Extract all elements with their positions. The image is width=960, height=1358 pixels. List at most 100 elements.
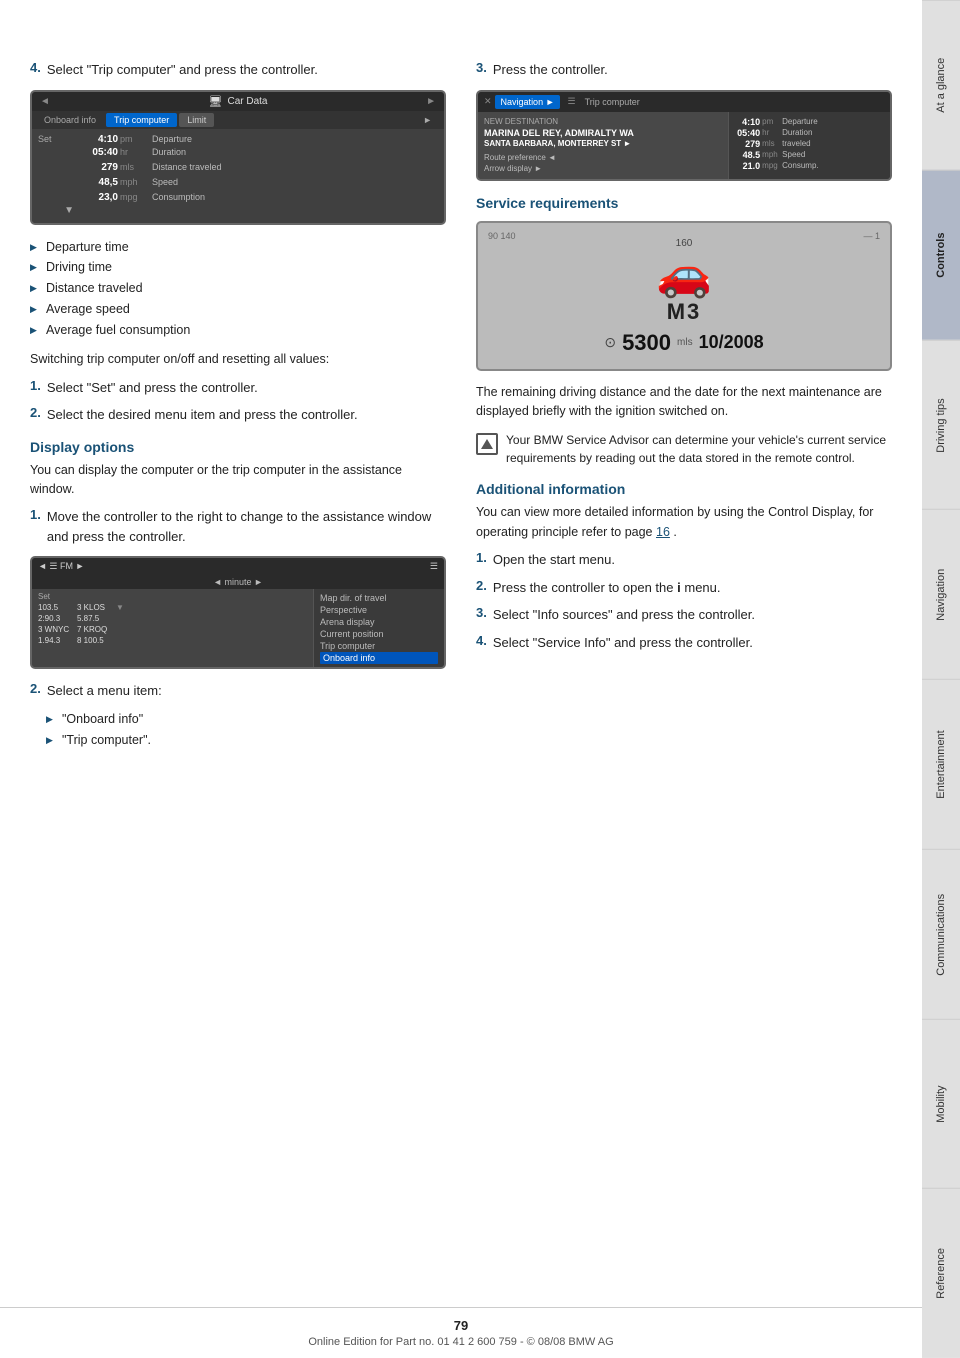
bullet-distance: Distance traveled [30,278,446,299]
cds-tab-onboard: Onboard info [36,113,104,127]
bullet-departure: Departure time [30,237,446,258]
sidebar-tab-entertainment[interactable]: Entertainment [922,679,960,849]
ai-step-1-number: 1. [476,550,487,570]
cds-set-label: Set [38,134,78,144]
ntr-d-2: Duration [782,128,812,138]
nav-screen: ✕ Navigation ► ☰ Trip computer New desti… [476,90,892,181]
cds-title: 🖥 Car Data [209,95,268,108]
cds-unit-4: mph [120,177,150,188]
menu-item-5: Trip computer [320,640,438,652]
ai-step-2-text: Press the controller to open the i menu. [493,578,721,598]
additional-info-text-2: . [673,525,676,539]
page-footer: 79 Online Edition for Part no. 01 41 2 6… [0,1307,922,1358]
assist-screen: ◄ ☰ FM ► ☰ ◄ minute ► Set 103.5 3 KLOS ▼… [30,556,446,669]
cds-left-arrow: ◄ [40,96,50,107]
bullet-onboard: "Onboard info" [46,709,446,730]
ntr-v-2: 05:40 [735,128,760,138]
cds-unit-1: pm [120,134,150,144]
assist-row1-v: ▼ [116,603,124,612]
step-2a-number: 2. [30,405,41,425]
sidebar-tab-driving-tips[interactable]: Driving tips [922,340,960,510]
bullet-trip: "Trip computer". [46,730,446,751]
ntr-u-4: mph [762,150,780,160]
cds-icon: 🖥 [209,95,223,108]
ntr-u-1: pm [762,117,780,127]
cds-tab-arrow: ► [415,113,440,127]
cds-desc-3: Distance traveled [152,162,438,173]
bullet-driving: Driving time [30,257,446,278]
step-2b-text: Select a menu item: [47,681,162,701]
ntr-v-3: 279 [735,139,760,149]
svc-model-badge: M3 [488,299,880,325]
nav-tab-trip: Trip computer [579,95,646,109]
nav-tab-navigation: Navigation ► [495,95,561,109]
ntr-d-4: Speed [782,150,812,160]
page-number: 79 [30,1318,892,1333]
ntr-d-1: Departure [782,117,812,127]
cds-val-5: 23,0 [80,192,118,203]
assist-row1-b: 3 KLOS [77,603,112,612]
display-options-heading: Display options [30,439,446,455]
sidebar-tab-controls[interactable]: Controls [922,170,960,340]
nav-dest-2: SANTA BARBARA, MONTERREY ST ► [484,139,722,148]
service-screen: 90 140 — 1 160 🚗 M3 ⊙ 5300 mls 10/2008 [476,221,892,371]
assist-subheader: ◄ minute ► [32,575,444,589]
sidebar-tab-mobility[interactable]: Mobility [922,1019,960,1189]
cds-val-2: 05:40 [80,147,118,158]
ntr-u-2: hr [762,128,780,138]
sidebar-tab-navigation[interactable]: Navigation [922,509,960,679]
step-1b-text: Move the controller to the right to chan… [47,507,446,546]
ntr-v-1: 4:10 [735,117,760,127]
step-2a-text: Select the desired menu item and press t… [47,405,358,425]
ai-step-4-text: Select "Service Info" and press the cont… [493,633,753,653]
assist-row4-a: 1.94.3 [38,636,73,645]
assist-set-label: Set [38,592,52,601]
ai-step-4-number: 4. [476,633,487,653]
cds-unit-3: mls [120,162,150,173]
cds-desc-5: Consumption [152,192,438,203]
cds-desc-1: Departure [152,134,438,144]
nav-dest-label: New destination [484,117,722,126]
assist-row4-b: 8 100.5 [77,636,112,645]
svc-gauge-left: 90 140 [488,231,516,241]
cds-val-3: 279 [80,162,118,173]
nav-dest-1: MARINA DEL REY, ADMIRALTY WA [484,128,722,138]
display-options-text: You can display the computer or the trip… [30,461,446,500]
additional-info-link[interactable]: 16 [656,525,670,539]
cds-desc-2: Duration [152,147,438,158]
ai-step-1-text: Open the start menu. [493,550,615,570]
ntr-u-5: mpg [762,161,780,171]
cds-val-4: 48,5 [80,177,118,188]
cds-right-arrow: ► [426,96,436,107]
step-1b-number: 1. [30,507,41,546]
feature-list: Departure time Driving time Distance tra… [30,237,446,341]
step-4-text: Select "Trip computer" and press the con… [47,60,318,80]
sidebar: At a glance Controls Driving tips Naviga… [922,0,960,1358]
bullet-fuel: Average fuel consumption [30,320,446,341]
ntr-v-5: 21.0 [735,161,760,171]
bullet-speed: Average speed [30,299,446,320]
svc-date-val: 10/2008 [699,332,764,353]
nav-star-icon: ✕ [484,96,492,107]
additional-info-text: You can view more detailed information b… [476,503,892,542]
footer-text: Online Edition for Part no. 01 41 2 600 … [30,1336,892,1348]
assist-row3-a: 3 WNYC [38,625,73,634]
sidebar-tab-reference[interactable]: Reference [922,1188,960,1358]
nav-route-pref: Route preference ◄ [484,152,722,163]
step-1a-number: 1. [30,378,41,398]
ai-step-3-text: Select "Info sources" and press the cont… [493,605,755,625]
cds-unit-5: mpg [120,192,150,203]
svc-gauge-labels: 90 140 — 1 [488,231,880,241]
cds-val-1: 4:10 [80,134,118,145]
sidebar-tab-communications[interactable]: Communications [922,849,960,1019]
switching-text: Switching trip computer on/off and reset… [30,350,446,369]
step-4-number: 4. [30,60,41,80]
assist-row2-a: 2:90.3 [38,614,73,623]
car-data-screen: ◄ 🖥 Car Data ► Onboard info Trip compute… [30,90,446,225]
svc-mileage-val: 5300 [622,330,671,356]
nav-icon2: ☰ [567,96,575,107]
cds-desc-4: Speed [152,177,438,188]
step-3-text: Press the controller. [493,60,608,80]
menu-item-4: Current position [320,628,438,640]
sidebar-tab-at-a-glance[interactable]: At a glance [922,0,960,170]
